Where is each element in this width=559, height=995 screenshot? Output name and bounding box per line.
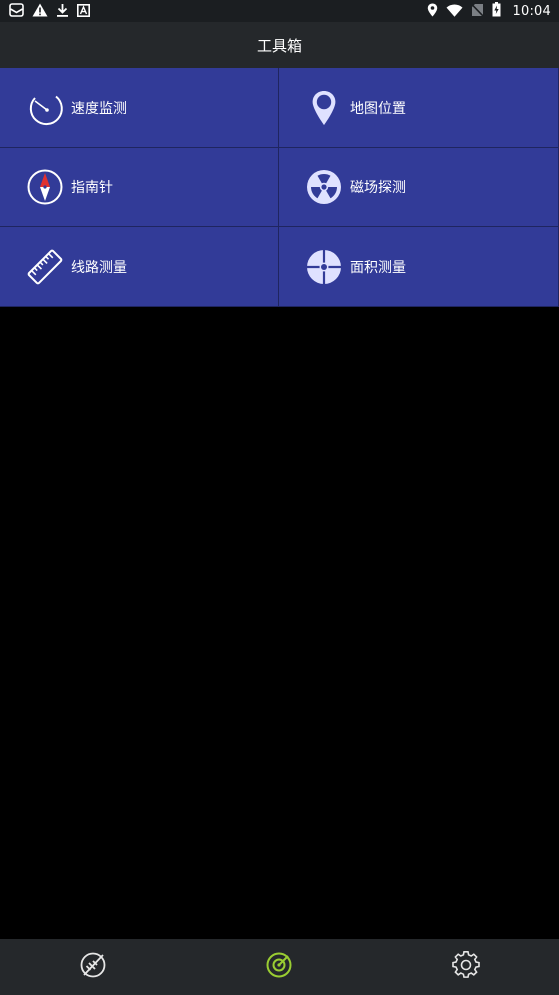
settings-gear-icon [452, 951, 480, 983]
location-icon [427, 2, 438, 21]
status-bar: 10:04 [0, 0, 559, 22]
tool-label: 磁场探测 [350, 180, 406, 196]
tool-label: 指南针 [71, 180, 113, 196]
status-right-icons: 10:04 [427, 1, 551, 21]
tool-compass[interactable]: 指南针 [0, 148, 279, 227]
tool-magnetic-detector[interactable]: 磁场探测 [279, 148, 559, 227]
radiation-icon [305, 168, 343, 206]
tool-label: 面积测量 [350, 259, 406, 276]
tool-route-measure[interactable]: 线路测量 [0, 227, 279, 307]
page-title: 工具箱 [256, 36, 302, 55]
status-time: 10:04 [512, 3, 551, 19]
wifi-icon [446, 2, 463, 21]
app-toolbar: 工具箱 [0, 22, 559, 68]
radar-icon [265, 951, 293, 983]
no-sim-icon [470, 2, 484, 21]
ruler-icon [26, 248, 64, 286]
tool-label: 速度监测 [71, 100, 127, 117]
nav-settings-button[interactable] [438, 939, 494, 995]
tool-area-measure[interactable]: 面积测量 [279, 227, 559, 307]
battery-charging-icon [492, 1, 501, 21]
download-icon [56, 2, 69, 21]
nav-radar-button[interactable] [251, 939, 307, 995]
speedometer-icon [26, 89, 64, 127]
status-left-icons [9, 2, 90, 21]
tool-speed-monitor[interactable]: 速度监测 [0, 68, 279, 148]
bottom-nav [0, 939, 559, 995]
satellite-off-icon [79, 951, 107, 983]
tool-grid: 速度监测 地图位置 指南针 磁场探测 线路测量 面积测量 [0, 68, 559, 307]
tool-map-location[interactable]: 地图位置 [279, 68, 559, 148]
warning-icon [32, 2, 48, 21]
mail-icon [9, 2, 24, 21]
tool-label: 线路测量 [71, 259, 127, 276]
app-notification-icon [77, 2, 90, 21]
compass-icon [26, 168, 64, 206]
nav-satellite-button[interactable] [65, 939, 121, 995]
crosshair-icon [305, 248, 343, 286]
map-pin-icon [305, 89, 343, 127]
tool-label: 地图位置 [350, 100, 406, 117]
